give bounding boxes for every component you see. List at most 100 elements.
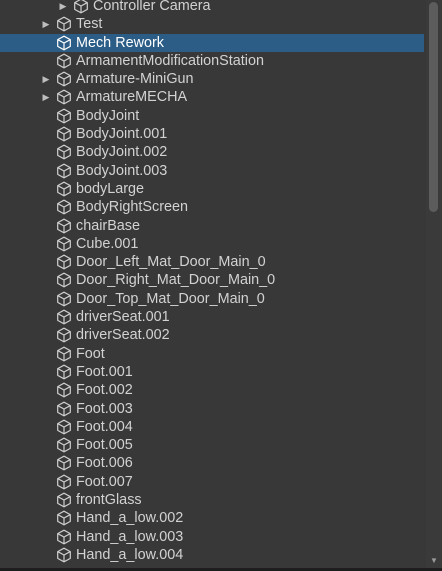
hierarchy-row[interactable]: Door_Left_Mat_Door_Main_0: [0, 253, 424, 271]
cube-icon: [56, 272, 72, 288]
hierarchy-row[interactable]: BodyRightScreen: [0, 198, 424, 216]
cube-icon: [56, 510, 72, 526]
cube-icon: [56, 419, 72, 435]
hierarchy-item-label: ArmamentModificationStation: [76, 52, 264, 69]
hierarchy-item-label: BodyJoint.002: [76, 144, 168, 161]
cube-icon: [56, 108, 72, 124]
cube-icon: [73, 0, 89, 14]
cube-icon: [56, 254, 72, 270]
triangle-right-icon[interactable]: ▶: [41, 70, 51, 88]
vertical-scrollbar[interactable]: ▼: [426, 0, 442, 571]
cube-icon: [56, 492, 72, 508]
hierarchy-item-label: Hand_a_low.004: [76, 546, 184, 563]
triangle-right-icon[interactable]: ▶: [58, 0, 68, 15]
cube-icon: [56, 437, 72, 453]
hierarchy-item-label: Door_Left_Mat_Door_Main_0: [76, 254, 266, 271]
hierarchy-row[interactable]: driverSeat.001: [0, 308, 424, 326]
hierarchy-item-label: driverSeat.002: [76, 327, 170, 344]
hierarchy-row[interactable]: Cube.001: [0, 235, 424, 253]
hierarchy-row[interactable]: Foot.006: [0, 454, 424, 472]
hierarchy-row[interactable]: Foot.002: [0, 381, 424, 399]
hierarchy-item-label: BodyRightScreen: [76, 199, 188, 216]
hierarchy-row[interactable]: ▶ Controller Camera: [0, 0, 424, 15]
hierarchy-row[interactable]: Foot: [0, 345, 424, 363]
hierarchy-item-label: Foot.005: [76, 437, 133, 454]
cube-icon: [56, 35, 72, 51]
hierarchy-row[interactable]: ArmamentModificationStation: [0, 52, 424, 70]
hierarchy-item-label: Foot.007: [76, 473, 133, 490]
hierarchy-row[interactable]: ▶ Test: [0, 15, 424, 33]
cube-icon: [56, 199, 72, 215]
cube-icon: [56, 346, 72, 362]
hierarchy-item-label: BodyJoint: [76, 107, 140, 124]
cube-icon: [56, 218, 72, 234]
hierarchy-item-label: Test: [76, 16, 103, 33]
hierarchy-item-label: Foot.006: [76, 455, 133, 472]
hierarchy-item-label: ArmatureMECHA: [76, 89, 188, 106]
hierarchy-panel: ▶ Controller Camera ▶ Test Mech Rework Armame…: [0, 0, 442, 571]
hierarchy-item-label: Foot.004: [76, 418, 133, 435]
cube-icon: [56, 401, 72, 417]
hierarchy-row[interactable]: Door_Top_Mat_Door_Main_0: [0, 290, 424, 308]
hierarchy-row[interactable]: Hand_a_low.003: [0, 528, 424, 546]
cube-icon: [56, 16, 72, 32]
cube-icon: [56, 309, 72, 325]
hierarchy-row[interactable]: Hand_a_low.002: [0, 509, 424, 527]
cube-icon: [56, 529, 72, 545]
cube-icon: [56, 291, 72, 307]
cube-icon: [56, 547, 72, 563]
hierarchy-row[interactable]: BodyJoint.002: [0, 143, 424, 161]
hierarchy-row[interactable]: Foot.005: [0, 436, 424, 454]
hierarchy-item-label: Controller Camera: [93, 0, 211, 14]
hierarchy-row[interactable]: BodyJoint.003: [0, 162, 424, 180]
hierarchy-tree: ▶ Controller Camera ▶ Test Mech Rework Armame…: [0, 0, 424, 564]
hierarchy-item-label: driverSeat.001: [76, 309, 170, 326]
hierarchy-item-label: BodyJoint.001: [76, 126, 168, 143]
cube-icon: [56, 163, 72, 179]
cube-icon: [56, 126, 72, 142]
hierarchy-item-label: Cube.001: [76, 235, 139, 252]
cube-icon: [56, 236, 72, 252]
hierarchy-row[interactable]: Hand_a_low.004: [0, 546, 424, 564]
hierarchy-row[interactable]: BodyJoint: [0, 107, 424, 125]
hierarchy-row[interactable]: ▶ ArmatureMECHA: [0, 88, 424, 106]
hierarchy-item-label: Hand_a_low.002: [76, 510, 184, 527]
hierarchy-item-label: Foot.002: [76, 382, 133, 399]
hierarchy-item-label: Foot: [76, 345, 105, 362]
scroll-down-icon[interactable]: ▼: [428, 557, 440, 565]
hierarchy-item-label: Door_Right_Mat_Door_Main_0: [76, 272, 276, 289]
hierarchy-row[interactable]: Foot.004: [0, 418, 424, 436]
hierarchy-item-label: Foot.001: [76, 363, 133, 380]
hierarchy-row[interactable]: Foot.003: [0, 400, 424, 418]
cube-icon: [56, 71, 72, 87]
triangle-right-icon[interactable]: ▶: [41, 15, 51, 33]
hierarchy-row[interactable]: frontGlass: [0, 491, 424, 509]
hierarchy-item-label: Hand_a_low.003: [76, 528, 184, 545]
cube-icon: [56, 382, 72, 398]
scrollbar-thumb[interactable]: [429, 2, 438, 212]
cube-icon: [56, 455, 72, 471]
hierarchy-row[interactable]: ▶ Armature-MiniGun: [0, 70, 424, 88]
hierarchy-item-label: frontGlass: [76, 492, 142, 509]
hierarchy-row[interactable]: Mech Rework: [0, 33, 424, 52]
hierarchy-item-label: Armature-MiniGun: [76, 71, 194, 88]
cube-icon: [56, 364, 72, 380]
hierarchy-row[interactable]: Door_Right_Mat_Door_Main_0: [0, 271, 424, 289]
hierarchy-item-label: Door_Top_Mat_Door_Main_0: [76, 290, 265, 307]
hierarchy-row[interactable]: driverSeat.002: [0, 326, 424, 344]
cube-icon: [56, 53, 72, 69]
hierarchy-item-label: bodyLarge: [76, 180, 145, 197]
cube-icon: [56, 144, 72, 160]
cube-icon: [56, 327, 72, 343]
cube-icon: [56, 181, 72, 197]
hierarchy-row[interactable]: BodyJoint.001: [0, 125, 424, 143]
hierarchy-row[interactable]: chairBase: [0, 217, 424, 235]
cube-icon: [56, 89, 72, 105]
hierarchy-row[interactable]: Foot.007: [0, 473, 424, 491]
hierarchy-item-label: Foot.003: [76, 400, 133, 417]
hierarchy-item-label: BodyJoint.003: [76, 162, 168, 179]
triangle-right-icon[interactable]: ▶: [41, 88, 51, 106]
cube-icon: [56, 474, 72, 490]
hierarchy-row[interactable]: Foot.001: [0, 363, 424, 381]
hierarchy-row[interactable]: bodyLarge: [0, 180, 424, 198]
